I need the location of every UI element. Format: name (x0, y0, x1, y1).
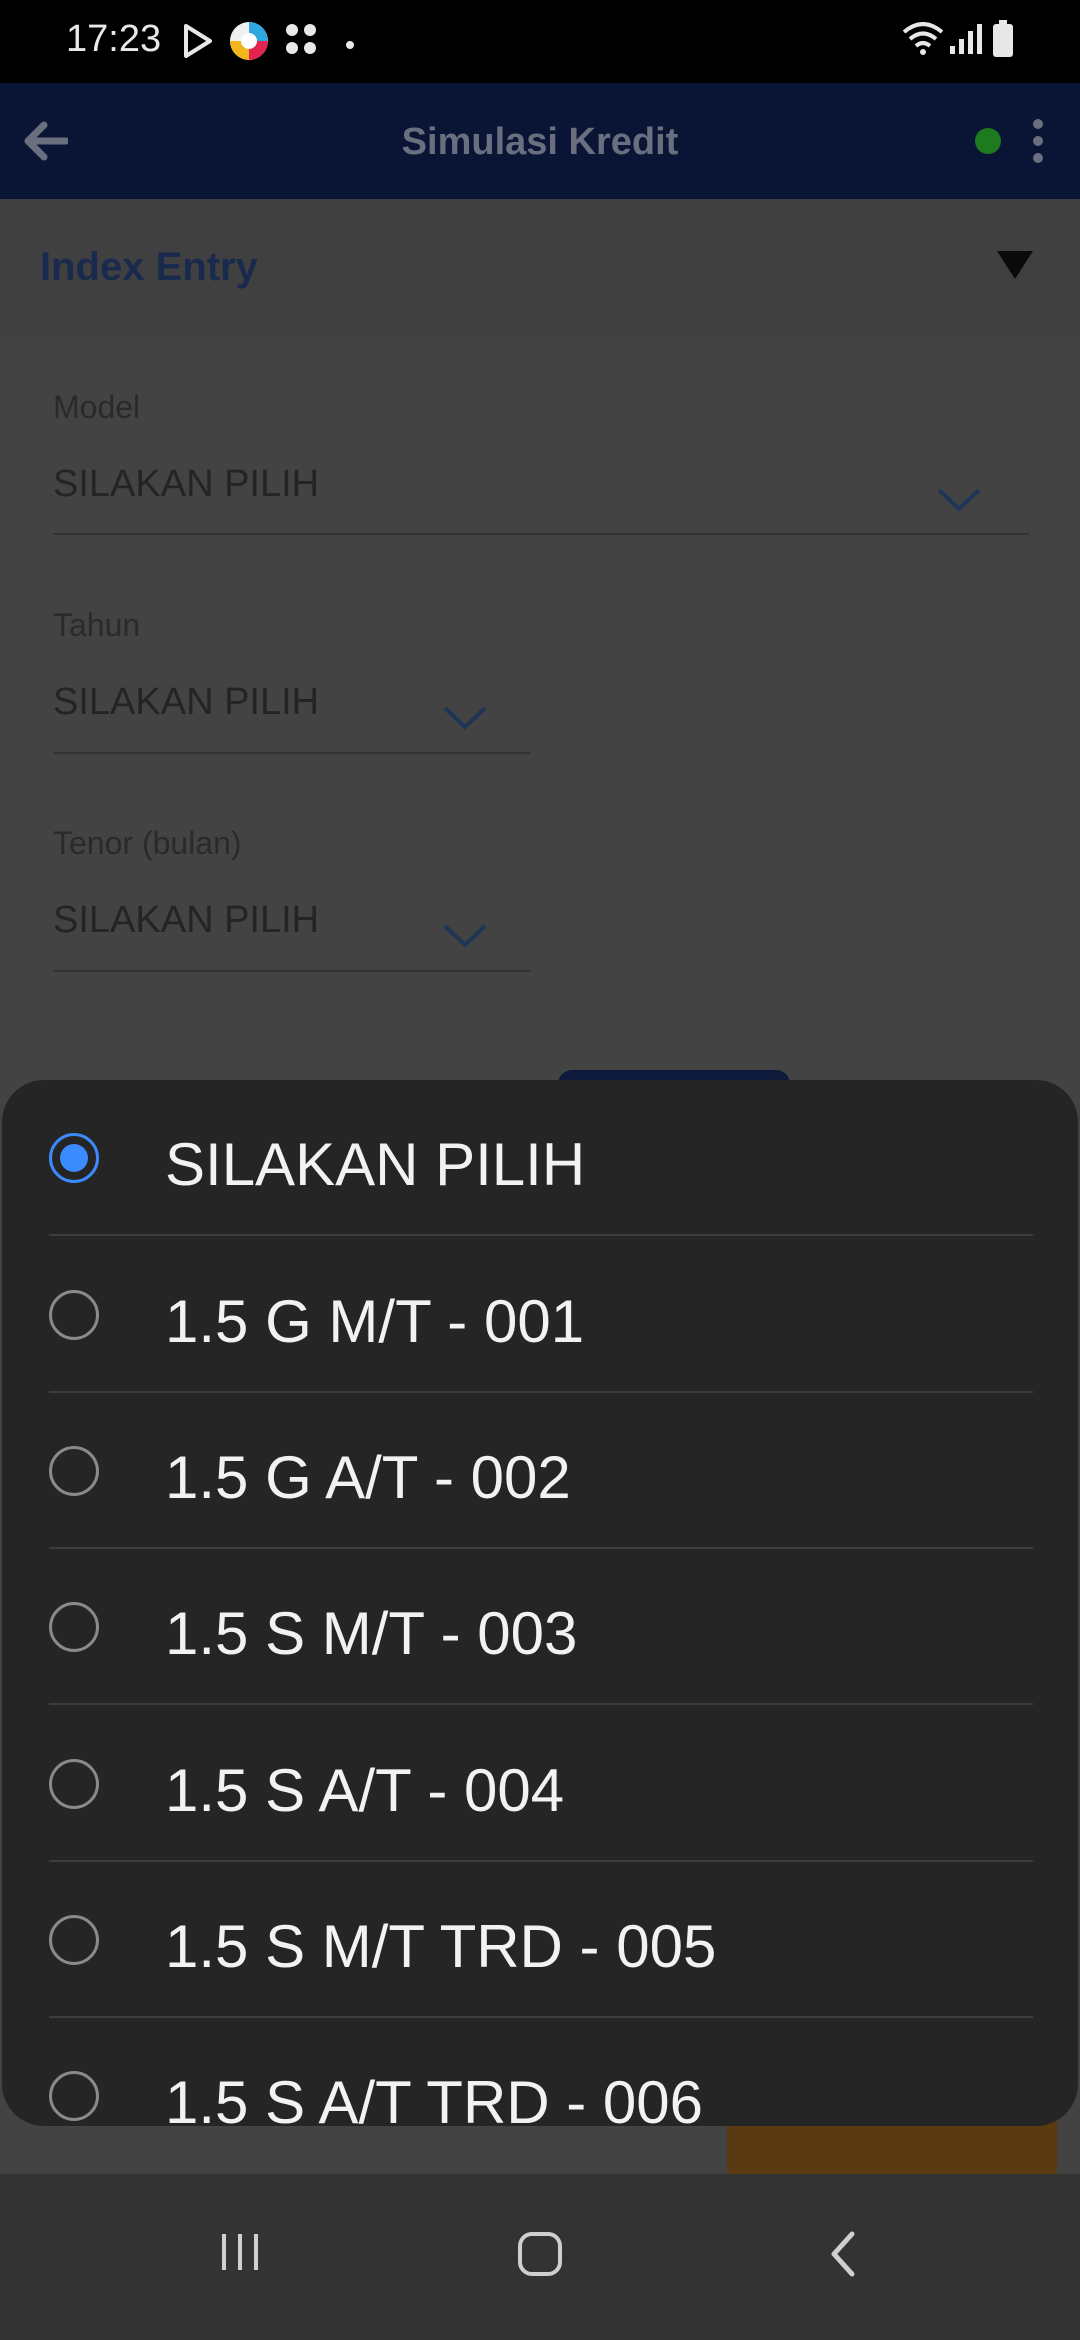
play-store-icon (182, 24, 214, 63)
tahun-underline (53, 752, 531, 754)
divider (49, 1703, 1033, 1705)
picker-option-label: 1.5 S A/T - 004 (165, 1757, 565, 1824)
recent-apps-icon[interactable] (218, 2230, 262, 2279)
more-vertical-icon[interactable] (1030, 118, 1046, 169)
battery-icon (992, 20, 1014, 63)
home-icon[interactable] (516, 2230, 564, 2283)
tenor-select-value[interactable]: SILAKAN PILIH (53, 899, 319, 942)
wifi-icon (902, 22, 944, 61)
page-title: Simulasi Kredit (401, 121, 679, 163)
picker-option-label: 1.5 S A/T TRD - 006 (165, 2069, 704, 2136)
system-nav-bar (0, 2174, 1080, 2340)
radio-icon[interactable] (49, 1602, 99, 1652)
picker-option[interactable]: SILAKAN PILIH (2, 1080, 1078, 1236)
radio-selected-icon[interactable] (49, 1133, 99, 1183)
picker-option[interactable]: 1.5 S A/T - 004 (2, 1706, 1078, 1862)
tahun-select-value[interactable]: SILAKAN PILIH (53, 681, 319, 724)
chevron-down-icon[interactable] (442, 705, 488, 736)
picker-option-label: 1.5 G A/T - 002 (165, 1444, 571, 1511)
chevron-down-icon[interactable] (442, 923, 488, 954)
picker-option-label: 1.5 G M/T - 001 (165, 1288, 585, 1355)
status-bar: 17:23 (0, 0, 1080, 83)
grid-apps-icon (284, 22, 318, 61)
app-bar: Simulasi Kredit (0, 83, 1080, 199)
model-picker-sheet: SILAKAN PILIH 1.5 G M/T - 001 1.5 G A/T … (2, 1080, 1078, 2136)
tahun-label: Tahun (53, 607, 141, 643)
model-label: Model (53, 389, 141, 425)
radio-icon[interactable] (49, 1290, 99, 1340)
picker-option[interactable]: 1.5 S M/T - 003 (2, 1549, 1078, 1705)
status-time: 17:23 (66, 18, 162, 60)
app-notification-icon (228, 20, 270, 67)
picker-option[interactable]: 1.5 S A/T TRD - 006 (2, 2018, 1078, 2174)
chevron-down-icon[interactable] (936, 487, 982, 518)
signal-icon (948, 22, 982, 61)
radio-icon[interactable] (49, 2071, 99, 2121)
picker-option-label: SILAKAN PILIH (165, 1131, 586, 1198)
tenor-label: Tenor (bulan) (53, 825, 242, 861)
radio-icon[interactable] (49, 1446, 99, 1496)
dot-icon (346, 36, 354, 54)
picker-option[interactable]: 1.5 G A/T - 002 (2, 1393, 1078, 1549)
radio-icon[interactable] (49, 1915, 99, 1965)
picker-option[interactable]: 1.5 G M/T - 001 (2, 1237, 1078, 1393)
radio-icon[interactable] (49, 1759, 99, 1809)
picker-option[interactable]: 1.5 S M/T TRD - 005 (2, 1862, 1078, 2018)
back-icon[interactable] (828, 2230, 858, 2283)
picker-option-label: 1.5 S M/T TRD - 005 (165, 1913, 717, 1980)
section-title: Index Entry (40, 245, 258, 289)
tenor-underline (53, 970, 531, 972)
model-select-value[interactable]: SILAKAN PILIH (53, 463, 319, 506)
index-entry-header[interactable]: Index Entry (0, 199, 1080, 337)
picker-option-label: 1.5 S M/T - 003 (165, 1600, 578, 1667)
model-underline (53, 533, 1029, 535)
status-dot (975, 128, 1001, 154)
triangle-down-icon[interactable] (995, 249, 1035, 286)
divider (49, 1234, 1033, 1236)
